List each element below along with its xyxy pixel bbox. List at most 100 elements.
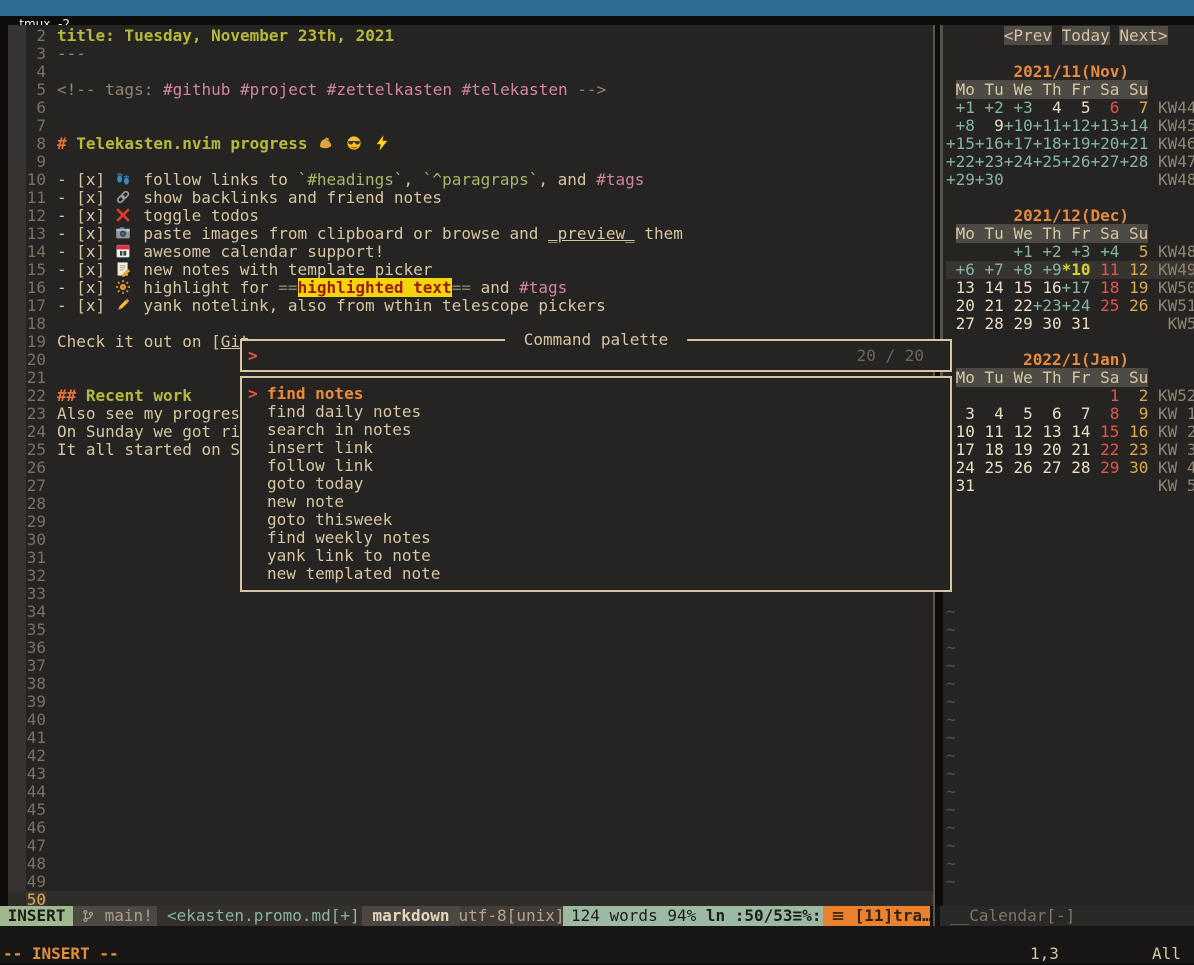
today-button[interactable]: Today [1062, 26, 1110, 45]
calendar-day[interactable]: 21 [1062, 440, 1091, 459]
calendar-day[interactable]: +16 [975, 134, 1004, 153]
calendar-day[interactable]: +8 [946, 116, 975, 135]
calendar-day[interactable]: +15 [946, 134, 975, 153]
calendar-day[interactable]: +24 [1062, 296, 1091, 315]
calendar-day[interactable]: 30 [1033, 314, 1062, 333]
editor-line[interactable]: 40 [8, 711, 933, 729]
calendar-day[interactable]: +3 [1004, 98, 1033, 117]
calendar-day[interactable]: 30 [1119, 458, 1148, 477]
calendar-day[interactable]: 13 [1033, 422, 1062, 441]
palette-item[interactable]: find weekly notes [248, 529, 950, 547]
calendar-day[interactable]: 16 [1033, 278, 1062, 297]
calendar-day[interactable]: 22 [1091, 440, 1120, 459]
calendar-day[interactable]: +12 [1062, 116, 1091, 135]
calendar-day[interactable]: +28 [1119, 152, 1148, 171]
calendar-day[interactable]: 6 [1033, 404, 1062, 423]
calendar-day[interactable]: 8 [1091, 404, 1120, 423]
calendar-day[interactable]: +4 [1091, 242, 1120, 261]
editor-line[interactable]: 5<!-- tags: #github #project #zettelkast… [8, 81, 933, 99]
calendar-day[interactable]: +10 [1004, 116, 1033, 135]
editor-line[interactable]: 37 [8, 657, 933, 675]
calendar-day[interactable]: 11 [975, 422, 1004, 441]
calendar-day[interactable]: +13 [1091, 116, 1120, 135]
calendar-day[interactable]: +17 [1062, 278, 1091, 297]
editor-line[interactable]: 7 [8, 117, 933, 135]
calendar-day[interactable]: +23 [1033, 296, 1062, 315]
calendar-day[interactable]: +23 [975, 152, 1004, 171]
calendar-day[interactable]: 21 [975, 296, 1004, 315]
editor-line[interactable]: 18 [8, 315, 933, 333]
calendar-day[interactable]: +29 [946, 170, 975, 189]
editor-line[interactable]: 44 [8, 783, 933, 801]
editor-line[interactable]: 10- [x] follow links to `#headings`, `^p… [8, 171, 933, 189]
editor-line[interactable]: 16- [x] highlight for ==highlighted text… [8, 279, 933, 297]
calendar-day[interactable]: +20 [1091, 134, 1120, 153]
calendar-day[interactable]: 6 [1091, 98, 1120, 117]
editor-line[interactable]: 36 [8, 639, 933, 657]
editor-line[interactable]: 3--- [8, 45, 933, 63]
editor-line[interactable]: 4 [8, 63, 933, 81]
calendar-day[interactable]: 25 [975, 458, 1004, 477]
calendar-day[interactable]: 27 [1033, 458, 1062, 477]
calendar-day[interactable]: 29 [1004, 314, 1033, 333]
calendar-day[interactable]: +11 [1033, 116, 1062, 135]
calendar-day[interactable]: 7 [1062, 404, 1091, 423]
calendar-day[interactable]: 18 [975, 440, 1004, 459]
palette-item[interactable]: new note [248, 493, 950, 511]
calendar-day[interactable]: 25 [1091, 296, 1120, 315]
calendar-day[interactable]: +26 [1062, 152, 1091, 171]
palette-item[interactable]: search in notes [248, 421, 950, 439]
calendar-day-today[interactable]: *10 [1062, 260, 1091, 279]
calendar-day[interactable]: 11 [1091, 260, 1120, 279]
calendar-day[interactable]: 9 [1119, 404, 1148, 423]
palette-item[interactable]: yank link to note [248, 547, 950, 565]
calendar-day[interactable]: +30 [975, 170, 1004, 189]
calendar-day[interactable]: 16 [1119, 422, 1148, 441]
calendar-day[interactable]: 15 [1091, 422, 1120, 441]
palette-item[interactable]: goto today [248, 475, 950, 493]
calendar-day[interactable]: 14 [975, 278, 1004, 297]
calendar-day[interactable]: +6 [946, 260, 975, 279]
calendar-day[interactable]: 19 [1004, 440, 1033, 459]
palette-item[interactable]: find daily notes [248, 403, 950, 421]
calendar-day[interactable]: 19 [1119, 278, 1148, 297]
prev-button[interactable]: <Prev [1004, 26, 1052, 45]
editor-line[interactable]: 42 [8, 747, 933, 765]
calendar-day[interactable]: 15 [1004, 278, 1033, 297]
editor-line[interactable]: 13- [x] paste images from clipboard or b… [8, 225, 933, 243]
editor-line[interactable]: 9 [8, 153, 933, 171]
calendar-day[interactable]: 22 [1004, 296, 1033, 315]
calendar-day[interactable]: 13 [946, 278, 975, 297]
calendar-day[interactable]: 27 [946, 314, 975, 333]
calendar-day[interactable]: 26 [1119, 296, 1148, 315]
editor-line[interactable]: 17- [x] yank notelink, also from wthin t… [8, 297, 933, 315]
editor-line[interactable]: 2title: Tuesday, November 23th, 2021 [8, 27, 933, 45]
calendar-pane[interactable]: <Prev Today Next> 2021/11(Nov) Mo Tu We … [943, 25, 1194, 906]
calendar-day[interactable]: +3 [1062, 242, 1091, 261]
calendar-day[interactable]: 5 [1062, 98, 1091, 117]
editor-line[interactable]: 8# Telekasten.nvim progress [8, 135, 933, 153]
calendar-day[interactable]: +2 [1033, 242, 1062, 261]
editor-line[interactable]: 43 [8, 765, 933, 783]
editor-line[interactable]: 14- [x] awesome calendar support! [8, 243, 933, 261]
calendar-day[interactable]: +1 [1004, 242, 1033, 261]
calendar-day[interactable]: 14 [1062, 422, 1091, 441]
calendar-day[interactable]: 20 [946, 296, 975, 315]
editor-line[interactable]: 41 [8, 729, 933, 747]
calendar-day[interactable]: +24 [1004, 152, 1033, 171]
calendar-day[interactable]: +25 [1033, 152, 1062, 171]
calendar-day[interactable]: +7 [975, 260, 1004, 279]
buffer-list[interactable]: [11]tra… [823, 906, 930, 926]
calendar-day[interactable]: 28 [1062, 458, 1091, 477]
calendar-day[interactable]: 1 [1091, 386, 1120, 405]
palette-item[interactable]: > find notes [248, 385, 950, 403]
calendar-day[interactable]: 9 [975, 116, 1004, 135]
calendar-day[interactable]: 23 [1119, 440, 1148, 459]
palette-item[interactable]: goto thisweek [248, 511, 950, 529]
calendar-day[interactable]: +21 [1119, 134, 1148, 153]
calendar-day[interactable]: 20 [1033, 440, 1062, 459]
calendar-day[interactable]: +14 [1119, 116, 1148, 135]
calendar-day[interactable]: +17 [1004, 134, 1033, 153]
editor-line[interactable]: 15- [x] new notes with template picker [8, 261, 933, 279]
editor-line[interactable]: 49 [8, 873, 933, 891]
